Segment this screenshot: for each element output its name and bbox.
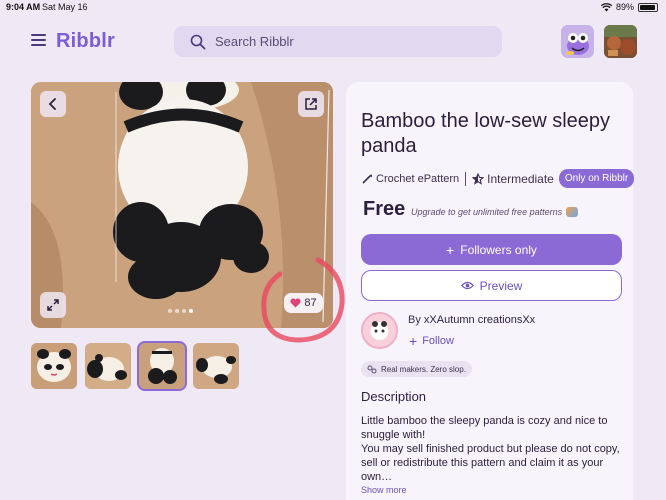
wifi-icon <box>600 2 612 11</box>
makers-icon <box>367 365 377 373</box>
preview-button[interactable]: Preview <box>361 270 622 301</box>
creator-avatar[interactable] <box>361 312 398 349</box>
followers-only-button[interactable]: + Followers only <box>361 234 622 265</box>
description-line: You may sell finished product but please… <box>361 443 620 483</box>
by-label: By <box>408 314 421 326</box>
show-more-link[interactable]: Show more <box>361 485 407 495</box>
follow-label: Follow <box>422 335 454 347</box>
hamburger-menu-icon[interactable] <box>31 34 46 46</box>
meta-divider <box>465 171 467 186</box>
product-meta-row: Crochet ePattern Intermediate Only on Ri… <box>361 169 635 188</box>
thumbnail-strip <box>31 341 239 391</box>
chevron-left-icon <box>48 98 56 110</box>
followers-only-label: Followers only <box>460 242 537 257</box>
app-logo[interactable]: Ribblr <box>56 30 115 53</box>
fullscreen-button[interactable] <box>40 292 66 318</box>
search-input[interactable] <box>215 34 455 49</box>
battery-percent: 89% <box>615 2 634 12</box>
upsell-link[interactable]: Upgrade to get unlimited free patterns <box>411 207 579 217</box>
price: Free <box>363 198 406 220</box>
status-date: Sat May 16 <box>42 2 88 12</box>
status-time: 9:04 AM <box>6 2 41 12</box>
thumbnail-1[interactable] <box>31 343 77 389</box>
plus-icon: + <box>446 241 455 258</box>
description-text: Little bamboo the sleepy panda is cozy a… <box>361 414 623 484</box>
crochet-hook-icon <box>362 174 373 184</box>
product-title: Bamboo the low-sew sleepy panda <box>361 110 611 157</box>
description-heading: Description <box>361 389 427 404</box>
back-button[interactable] <box>40 91 66 117</box>
description-line: Little bamboo the sleepy panda is cozy a… <box>361 415 608 441</box>
thumbnail-4[interactable] <box>193 343 239 389</box>
share-button[interactable] <box>298 91 324 117</box>
difficulty-level: Intermediate <box>487 171 554 186</box>
search-bar[interactable] <box>174 26 502 57</box>
expand-icon <box>47 299 59 311</box>
thumbnail-2[interactable] <box>85 343 131 389</box>
status-bar: 9:04 AM Sat May 16 89% <box>0 0 666 14</box>
tag-chip: Real makers. Zero slop. <box>361 361 472 377</box>
premium-icon <box>566 207 579 217</box>
user-avatar[interactable] <box>604 25 637 58</box>
plus-icon: + <box>409 333 418 349</box>
search-icon <box>190 34 206 49</box>
image-pagination-dots <box>168 309 193 313</box>
app-header: Ribblr <box>0 22 666 62</box>
pagination-dot[interactable] <box>175 309 179 313</box>
thumbnail-3[interactable] <box>137 341 187 391</box>
share-icon <box>305 98 317 110</box>
upsell-text: Upgrade to get unlimited free patterns <box>411 207 563 217</box>
mascot-avatar[interactable] <box>561 25 594 58</box>
creator-name[interactable]: xXAutumn creationsXx <box>424 314 535 326</box>
star-icon <box>472 172 485 185</box>
status-indicators: 89% <box>600 2 658 12</box>
tag-label: Real makers. Zero slop. <box>381 364 466 374</box>
preview-label: Preview <box>479 278 523 293</box>
pagination-dot[interactable] <box>189 309 193 313</box>
follow-button[interactable]: + Follow <box>409 333 454 349</box>
eye-icon <box>460 281 474 290</box>
creator-byline: By xXAutumn creationsXx <box>408 314 535 326</box>
pattern-format: Crochet ePattern <box>376 172 460 185</box>
pagination-dot[interactable] <box>182 309 186 313</box>
annotation-circle <box>261 257 345 343</box>
pagination-dot[interactable] <box>168 309 172 313</box>
battery-icon <box>638 2 658 12</box>
exclusive-badge: Only on Ribblr <box>558 169 635 188</box>
